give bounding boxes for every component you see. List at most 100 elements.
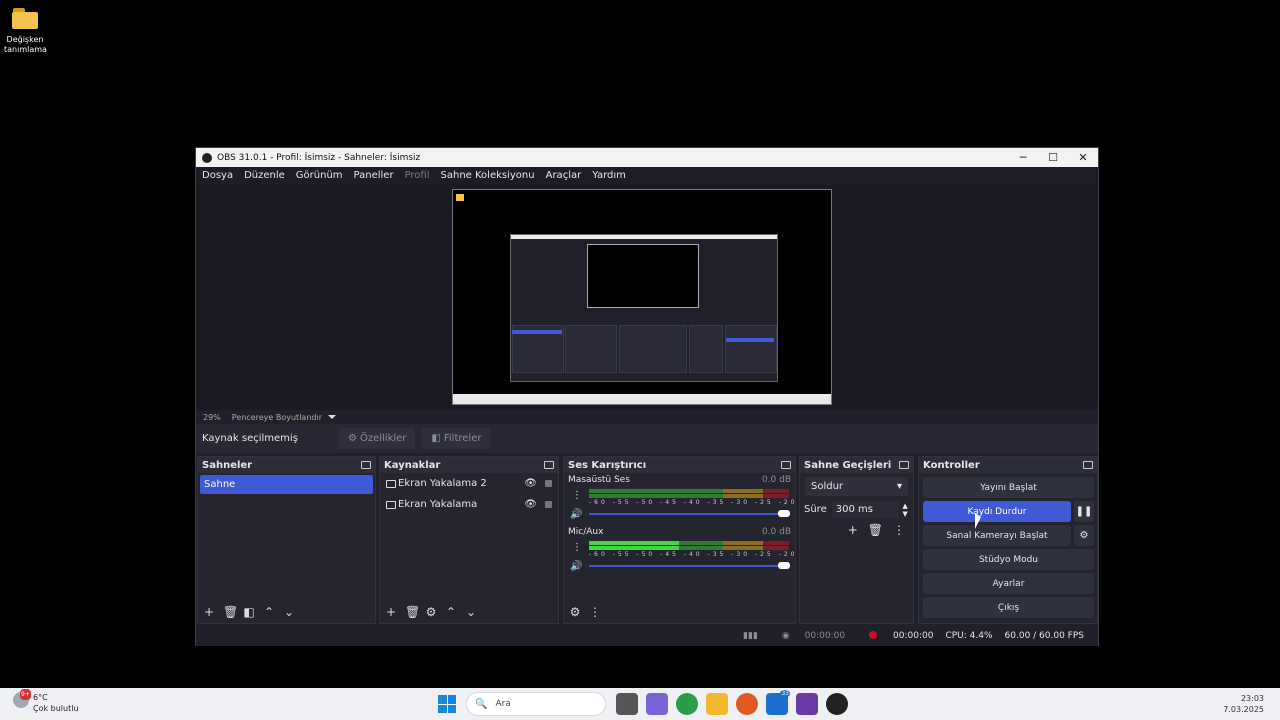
taskbar-apps: 🔍 Ara 33 [438, 690, 852, 716]
chrome-icon[interactable] [676, 693, 698, 715]
add-icon[interactable]: + [203, 605, 215, 619]
taskbar-search[interactable]: 🔍 Ara [466, 692, 606, 716]
arrow-down-icon[interactable]: ⌄ [283, 605, 295, 619]
gear-icon: ⚙ [348, 433, 357, 444]
add-icon[interactable]: + [848, 523, 858, 537]
properties-button[interactable]: ⚙ Özellikler [339, 428, 416, 449]
scale-mode-select[interactable]: Pencereye Boyutlandır [232, 413, 322, 422]
source-toolbar: Kaynak seçilmemiş ⚙ Özellikler ◧ Filtreler [196, 424, 1098, 453]
trash-icon[interactable]: 🗑 [405, 605, 420, 619]
menu-file[interactable]: Dosya [202, 170, 233, 181]
menu-docks[interactable]: Paneller [354, 170, 394, 181]
source-item[interactable]: Ekran Yakalama 👁 [380, 494, 558, 515]
scenes-title: Sahneler [202, 459, 253, 471]
windows-start-icon[interactable] [438, 695, 456, 713]
maximize-button[interactable]: ☐ [1038, 148, 1068, 167]
record-icon [869, 631, 878, 639]
scene-item[interactable]: Sahne [200, 475, 373, 494]
close-button[interactable]: ✕ [1068, 148, 1098, 167]
source-item[interactable]: Ekran Yakalama 2 👁 [380, 473, 558, 494]
undock-icon[interactable] [361, 461, 371, 469]
more-options-icon[interactable]: ⋮ [893, 523, 905, 537]
clock[interactable]: 23:03 7.03.2025 [1223, 693, 1264, 715]
obs-logo-icon [202, 152, 212, 163]
meter-ticks: -60 -55 -50 -45 -40 -35 -30 -25 -20 -15 … [589, 499, 874, 506]
gear-icon[interactable]: ⚙ [425, 605, 437, 619]
weather-widget[interactable]: 9+ 6°C Çok bulutlu [13, 689, 79, 714]
stop-record-button[interactable]: Kaydı Durdur [923, 501, 1071, 522]
gear-icon[interactable]: ⚙ [1074, 525, 1094, 546]
more-options-icon[interactable]: ⋮ [589, 605, 601, 619]
mouse-cursor-icon [975, 513, 981, 529]
menu-profile[interactable]: Profil [405, 170, 430, 181]
volume-slider[interactable] [589, 562, 790, 569]
channel-name: Mic/Aux [568, 527, 604, 537]
gear-icon[interactable]: ⚙ [569, 605, 581, 619]
preview-canvas[interactable] [452, 189, 832, 405]
start-virtual-cam-button[interactable]: Sanal Kamerayı Başlat [923, 525, 1071, 546]
arrow-up-icon[interactable]: ⌃ [445, 605, 457, 619]
undock-icon[interactable] [899, 461, 909, 469]
stream-time: ◉ 00:00:00 [770, 631, 845, 641]
studio-mode-button[interactable]: Stüdyo Modu [923, 549, 1094, 570]
duration-stepper[interactable]: ▲ ▼ [901, 502, 909, 518]
undock-icon[interactable] [781, 461, 791, 469]
more-options-icon[interactable]: ⋮ [572, 490, 582, 501]
fps-value: 60.00 / 60.00 FPS [1004, 630, 1084, 641]
volume-slider[interactable] [589, 510, 790, 517]
undock-icon[interactable] [544, 461, 554, 469]
properties-label: Özellikler [359, 433, 407, 444]
menu-view[interactable]: Görünüm [296, 170, 343, 181]
undock-icon[interactable] [1083, 461, 1093, 469]
firefox-icon[interactable] [736, 693, 758, 715]
exit-button[interactable]: Çıkış [923, 597, 1094, 618]
volume-meter: -60 -55 -50 -45 -40 -35 -30 -25 -20 -15 … [589, 541, 870, 558]
duration-input[interactable]: 300 ms [831, 501, 900, 518]
add-icon[interactable]: + [385, 605, 397, 619]
slider-handle[interactable] [778, 510, 790, 517]
start-stream-button[interactable]: Yayını Başlat [923, 477, 1094, 498]
volume-meter: -60 -55 -50 -45 -40 -35 -30 -25 -20 -15 … [589, 489, 870, 506]
store-icon[interactable]: 33 [766, 690, 790, 715]
lock-icon[interactable] [545, 501, 552, 508]
transitions-dock-header: Sahne Geçişleri [800, 457, 913, 473]
eye-icon[interactable]: 👁 [524, 478, 537, 489]
scenes-dock: Sahneler Sahne + 🗑 ◧ ⌃ ⌄ [197, 456, 376, 624]
preview-status: 29% Pencereye Boyutlandır [196, 410, 1098, 424]
settings-button[interactable]: Ayarlar [923, 573, 1094, 594]
trash-icon[interactable]: 🗑 [868, 523, 883, 537]
desktop-icon-folder[interactable]: Değişken tanımlama [4, 6, 47, 55]
sources-title: Kaynaklar [384, 459, 441, 471]
folder-icon [11, 6, 39, 30]
obs-icon[interactable] [826, 693, 848, 715]
mixer-channel: Mic/Aux 0.0 dB ⋮ -60 -55 -50 -45 -40 -35… [564, 525, 870, 577]
copilot-icon[interactable] [646, 693, 668, 715]
arrow-up-icon[interactable]: ⌃ [263, 605, 275, 619]
visual-studio-icon[interactable] [796, 693, 818, 715]
task-view-icon[interactable] [616, 693, 638, 715]
monitor-icon [386, 500, 396, 509]
speaker-icon[interactable]: 🔊 [570, 561, 582, 572]
menu-help[interactable]: Yardım [592, 170, 626, 181]
minimize-button[interactable]: ─ [1008, 148, 1038, 167]
arrow-down-icon[interactable]: ⌄ [465, 605, 477, 619]
scenes-toolbar: + 🗑 ◧ ⌃ ⌄ [198, 601, 375, 623]
pause-icon[interactable]: ❚❚ [1074, 501, 1094, 522]
transition-select[interactable]: Soldur ▾ [805, 477, 908, 496]
controls-dock: Kontroller Yayını Başlat Kaydı Durdur ❚❚… [918, 456, 1098, 624]
eye-icon[interactable]: 👁 [524, 499, 537, 510]
more-options-icon[interactable]: ⋮ [572, 542, 582, 553]
menu-edit[interactable]: Düzenle [244, 170, 285, 181]
trash-icon[interactable]: 🗑 [223, 605, 238, 619]
file-explorer-icon[interactable] [706, 693, 728, 715]
mixer-toolbar: ⚙ ⋮ [564, 601, 795, 623]
lock-icon[interactable] [545, 480, 552, 487]
menu-tools[interactable]: Araçlar [546, 170, 582, 181]
chevron-down-icon[interactable] [327, 415, 336, 419]
filter-icon[interactable]: ◧ [243, 605, 255, 619]
speaker-icon[interactable]: 🔊 [570, 509, 582, 520]
menu-scene-collection[interactable]: Sahne Koleksiyonu [441, 170, 535, 181]
filters-button[interactable]: ◧ Filtreler [422, 428, 491, 449]
title-bar[interactable]: OBS 31.0.1 - Profil: İsimsiz - Sahneler:… [196, 148, 1098, 167]
slider-handle[interactable] [778, 562, 790, 569]
